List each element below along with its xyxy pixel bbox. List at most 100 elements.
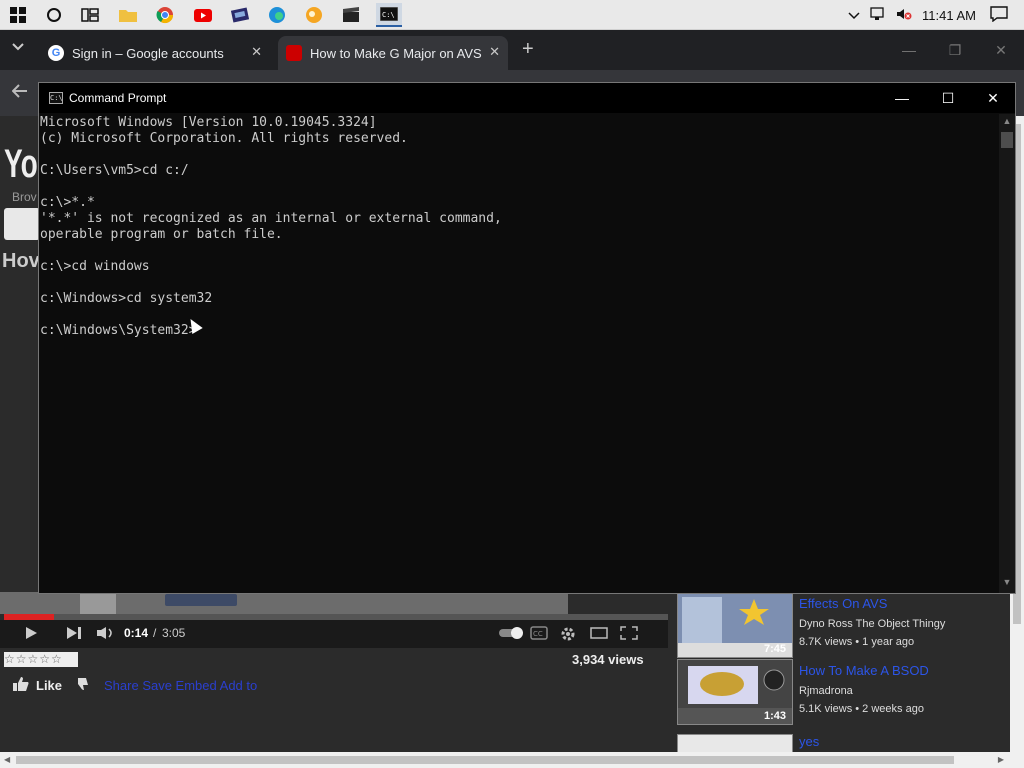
- view-count: 3,934 views: [572, 652, 644, 667]
- time-separator: /: [153, 626, 157, 640]
- like-button[interactable]: Like: [36, 678, 62, 693]
- scroll-right-icon[interactable]: ▶: [998, 755, 1004, 764]
- console-line: operable program or batch file.: [40, 227, 283, 242]
- related-title[interactable]: How To Make A BSOD: [799, 663, 994, 678]
- related-channel[interactable]: Rjmadrona: [799, 685, 853, 697]
- chevron-up-icon[interactable]: [848, 8, 860, 23]
- tab-search-chevron-icon[interactable]: [12, 42, 24, 54]
- youtube-icon[interactable]: [191, 3, 215, 27]
- scroll-thumb[interactable]: [16, 756, 954, 764]
- video-thumbnail[interactable]: [677, 734, 793, 752]
- search-box[interactable]: [4, 208, 40, 240]
- console-line: Microsoft Windows [Version 10.0.19045.33…: [40, 115, 377, 130]
- thumbs-up-icon[interactable]: [12, 676, 30, 695]
- total-time: 3:05: [162, 626, 186, 640]
- related-views: 5.1K views: [799, 703, 853, 715]
- video-frame-block: [165, 594, 237, 606]
- related-age: 2 weeks ago: [862, 703, 924, 715]
- console-output[interactable]: Microsoft Windows [Version 10.0.19045.33…: [39, 114, 999, 592]
- video-thumbnail[interactable]: 7:45: [677, 592, 793, 658]
- related-age: 1 year ago: [862, 636, 915, 648]
- svg-text:C:\: C:\: [382, 11, 395, 19]
- tab-youtube-video[interactable]: How to Make G Major on AVS ✕: [278, 36, 508, 70]
- related-meta: 5.1K views • 2 weeks ago: [799, 703, 924, 715]
- next-icon[interactable]: [66, 626, 82, 643]
- network-icon[interactable]: [870, 6, 886, 24]
- command-prompt-icon[interactable]: C:\: [376, 3, 402, 27]
- scroll-thumb[interactable]: [1001, 132, 1013, 148]
- close-icon[interactable]: ✕: [978, 30, 1024, 70]
- cortana-icon[interactable]: [42, 3, 66, 27]
- console-line: c:\Windows>cd system32: [40, 291, 213, 306]
- video-editor-icon[interactable]: [228, 3, 252, 27]
- related-channel[interactable]: Dyno Ross The Object Thingy: [799, 618, 945, 630]
- play-icon[interactable]: [24, 626, 38, 643]
- cmd-titlebar[interactable]: C:\ Command Prompt — ☐ ✕: [39, 83, 1015, 113]
- browse-link[interactable]: Brov: [12, 190, 37, 204]
- youtube-logo[interactable]: Yo: [4, 142, 38, 187]
- maximize-icon[interactable]: ☐: [925, 83, 971, 113]
- related-video[interactable]: 7:45 Effects On AVS Dyno Ross The Object…: [677, 592, 997, 658]
- restore-icon[interactable]: ❐: [932, 30, 978, 70]
- film-app-icon[interactable]: [339, 3, 363, 27]
- rating-stars[interactable]: ☆☆☆☆☆: [4, 652, 78, 667]
- file-explorer-icon[interactable]: [116, 3, 140, 27]
- new-tab-button[interactable]: +: [522, 38, 534, 61]
- console-line: c:\>*.*: [40, 195, 95, 210]
- system-tray: 11:41 AM: [848, 0, 1024, 30]
- player-controls: 0:14 / 3:05 CC: [0, 620, 668, 648]
- related-views: 8.7K views: [799, 636, 853, 648]
- settings-gear-icon[interactable]: [560, 626, 576, 645]
- video-title: Hov: [2, 250, 40, 272]
- video-thumbnail[interactable]: 1:43: [677, 659, 793, 725]
- cmd-scrollbar[interactable]: ▲ ▼: [999, 114, 1015, 593]
- volume-muted-icon[interactable]: [896, 7, 912, 24]
- thumbs-down-icon[interactable]: [76, 677, 92, 694]
- fullscreen-icon[interactable]: [620, 626, 638, 643]
- scroll-down-icon[interactable]: ▼: [999, 577, 1015, 591]
- scroll-left-icon[interactable]: ◀: [4, 755, 10, 764]
- notifications-icon[interactable]: [990, 5, 1008, 25]
- volume-icon[interactable]: [96, 626, 116, 643]
- related-video[interactable]: 1:43 How To Make A BSOD Rjmadrona 5.1K v…: [677, 659, 997, 725]
- like-bar: Like Share Save Embed Add to: [12, 676, 257, 695]
- video-frame-detail: [80, 592, 116, 614]
- captions-icon[interactable]: CC: [530, 626, 548, 643]
- youtube-favicon-icon: [286, 45, 302, 61]
- tab-google-signin[interactable]: G Sign in – Google accounts ✕: [40, 36, 270, 70]
- related-title[interactable]: yes: [799, 734, 994, 749]
- video-frame[interactable]: [0, 592, 568, 614]
- tab-title: Sign in – Google accounts: [72, 45, 224, 61]
- windows-start-icon[interactable]: [6, 3, 30, 27]
- theater-mode-icon[interactable]: [590, 626, 608, 643]
- chrome-icon[interactable]: [153, 3, 177, 27]
- minimize-icon[interactable]: —: [879, 83, 925, 113]
- scroll-up-icon[interactable]: ▲: [999, 116, 1015, 130]
- console-line: (c) Microsoft Corporation. All rights re…: [40, 131, 408, 146]
- browser-tabstrip: G Sign in – Google accounts ✕ How to Mak…: [0, 30, 1024, 70]
- duration-badge: 7:45: [763, 643, 786, 655]
- command-prompt-window[interactable]: C:\ Command Prompt — ☐ ✕ Microsoft Windo…: [38, 82, 1016, 594]
- related-video[interactable]: yes: [677, 734, 997, 752]
- action-links[interactable]: Share Save Embed Add to: [104, 678, 257, 693]
- edge-icon[interactable]: [265, 3, 289, 27]
- autoplay-toggle[interactable]: [498, 626, 524, 643]
- console-line: c:\>cd windows: [40, 259, 150, 274]
- cmd-title: Command Prompt: [69, 91, 167, 105]
- clock[interactable]: 11:41 AM: [922, 8, 976, 23]
- close-tab-icon[interactable]: ✕: [251, 44, 262, 60]
- close-tab-icon[interactable]: ✕: [489, 44, 500, 60]
- svg-text:CC: CC: [533, 630, 543, 638]
- taskbar: C:\ 11:41 AM: [0, 0, 1024, 30]
- page-horizontal-scrollbar[interactable]: ◀ ▶: [0, 752, 1024, 768]
- pinned-app-icon[interactable]: [302, 3, 326, 27]
- console-line: '*.*' is not recognized as an internal o…: [40, 211, 502, 226]
- close-icon[interactable]: ✕: [970, 83, 1016, 113]
- back-arrow-icon[interactable]: [11, 82, 28, 103]
- related-title[interactable]: Effects On AVS: [799, 596, 994, 611]
- task-view-icon[interactable]: [78, 3, 102, 27]
- minimize-icon[interactable]: —: [886, 30, 932, 70]
